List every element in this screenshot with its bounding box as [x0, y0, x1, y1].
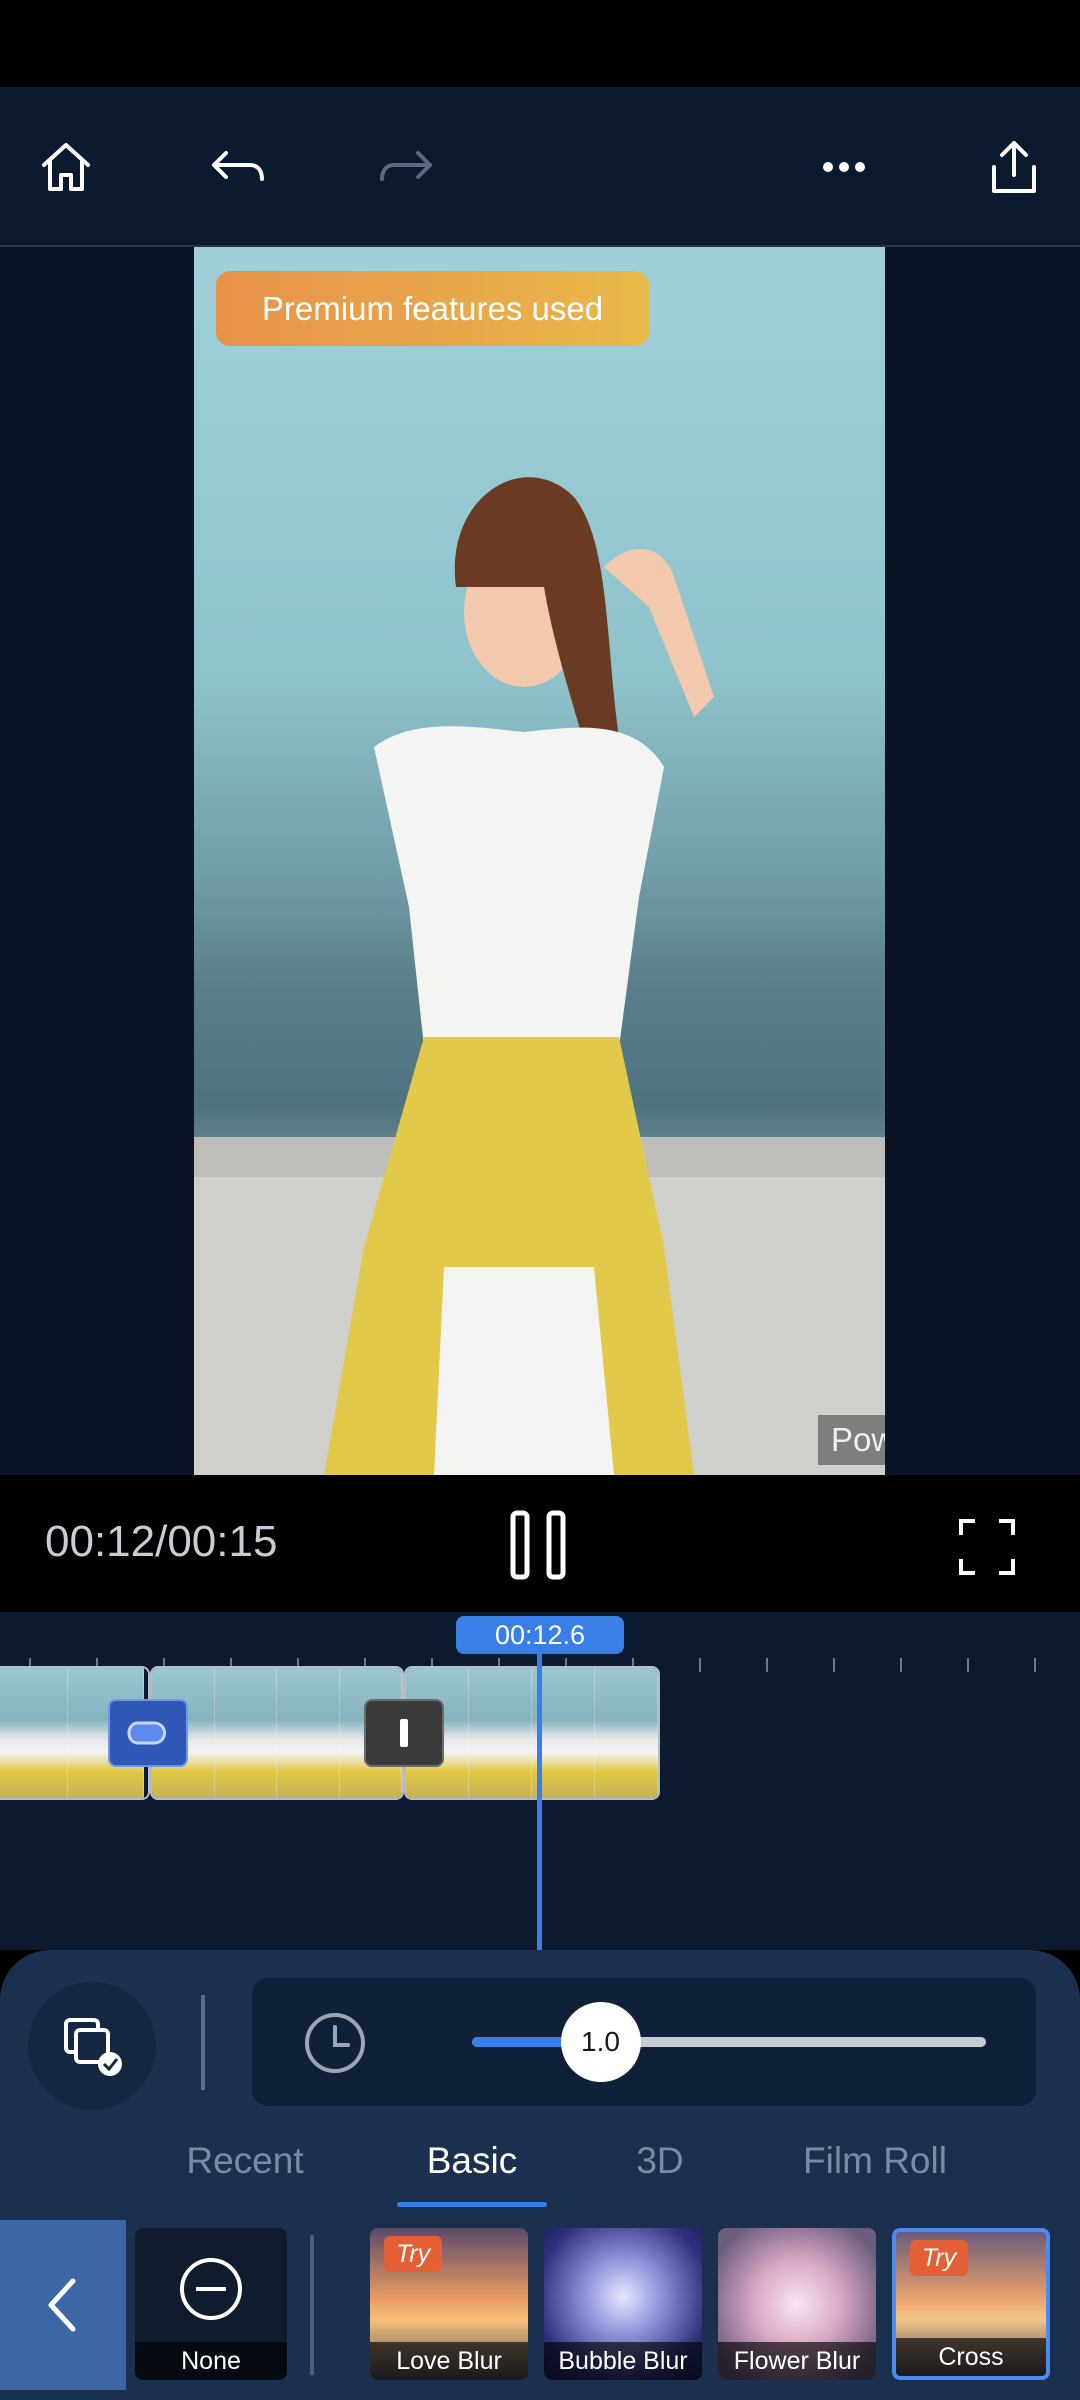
- effect-label: Bubble Blur: [544, 2342, 702, 2380]
- playback-controls: 00:12/00:15: [0, 1475, 1080, 1612]
- redo-icon: [380, 151, 432, 181]
- divider: [201, 1995, 205, 2090]
- effect-label: None: [135, 2342, 287, 2380]
- more-icon: [823, 162, 865, 172]
- none-icon: [180, 2258, 242, 2320]
- duration-control: 1.0: [252, 1978, 1036, 2106]
- playhead[interactable]: [537, 1652, 542, 1950]
- premium-features-badge[interactable]: Premium features used: [216, 271, 649, 346]
- effect-bubble-blur[interactable]: Bubble Blur: [544, 2228, 702, 2380]
- duration-slider-knob[interactable]: 1.0: [560, 2002, 641, 2082]
- undo-icon: [212, 151, 264, 181]
- duration-slider[interactable]: [472, 2037, 986, 2047]
- tab-film-roll[interactable]: Film Roll: [790, 2140, 960, 2182]
- fullscreen-icon: [959, 1519, 1015, 1575]
- video-preview: Premium features used PowerDirector: [0, 247, 1080, 1475]
- try-badge: Try: [910, 2240, 968, 2276]
- redo-button[interactable]: [364, 125, 448, 209]
- pause-button[interactable]: [505, 1505, 575, 1585]
- watermark[interactable]: PowerDirector: [818, 1415, 885, 1465]
- tab-recent[interactable]: Recent: [170, 2140, 320, 2182]
- share-icon: [992, 141, 1036, 193]
- apply-all-icon: [64, 2018, 122, 2076]
- transition-button[interactable]: [108, 1699, 188, 1767]
- video-frame[interactable]: Premium features used PowerDirector: [194, 247, 885, 1475]
- effect-none[interactable]: None: [135, 2228, 287, 2380]
- home-icon: [42, 143, 90, 191]
- clip-track: [0, 1666, 660, 1800]
- person-figure: [194, 477, 885, 1475]
- top-toolbar: [0, 87, 1080, 247]
- effect-love-blur[interactable]: Try Love Blur: [370, 2228, 528, 2380]
- undo-button[interactable]: [196, 125, 280, 209]
- fullscreen-button[interactable]: [955, 1515, 1019, 1579]
- tab-basic[interactable]: Basic: [392, 2140, 552, 2182]
- effect-label: Flower Blur: [718, 2342, 876, 2380]
- status-bar: [0, 0, 1080, 87]
- playback-time: 00:12/00:15: [45, 1517, 278, 1566]
- pause-icon: [510, 1510, 566, 1580]
- playhead-time-indicator[interactable]: 00:12.6: [456, 1616, 624, 1654]
- timeline[interactable]: 00:12.6: [0, 1612, 1080, 1950]
- transition-applied-icon: [127, 1721, 166, 1745]
- effect-cross[interactable]: Try Cross: [892, 2228, 1050, 2380]
- effect-label: Love Blur: [370, 2342, 528, 2380]
- effect-category-tabs: Recent Basic 3D Film Roll: [0, 2140, 1080, 2210]
- tab-3d[interactable]: 3D: [610, 2140, 710, 2182]
- home-button[interactable]: [24, 125, 108, 209]
- more-button[interactable]: [802, 125, 886, 209]
- transition-button[interactable]: [364, 1699, 444, 1767]
- share-button[interactable]: [972, 125, 1056, 209]
- effect-label: Cross: [896, 2338, 1046, 2376]
- transition-empty-icon: [400, 1719, 408, 1747]
- clock-icon: [305, 2013, 365, 2073]
- transition-effect-panel: 1.0 Recent Basic 3D Film Roll None Try L…: [0, 1950, 1080, 2400]
- back-button[interactable]: [0, 2220, 126, 2390]
- apply-to-all-button[interactable]: [28, 1982, 156, 2110]
- active-tab-indicator: [397, 2202, 547, 2207]
- try-badge: Try: [384, 2236, 442, 2272]
- chevron-left-icon: [48, 2278, 76, 2332]
- divider: [310, 2235, 314, 2375]
- effect-flower-blur[interactable]: Flower Blur: [718, 2228, 876, 2380]
